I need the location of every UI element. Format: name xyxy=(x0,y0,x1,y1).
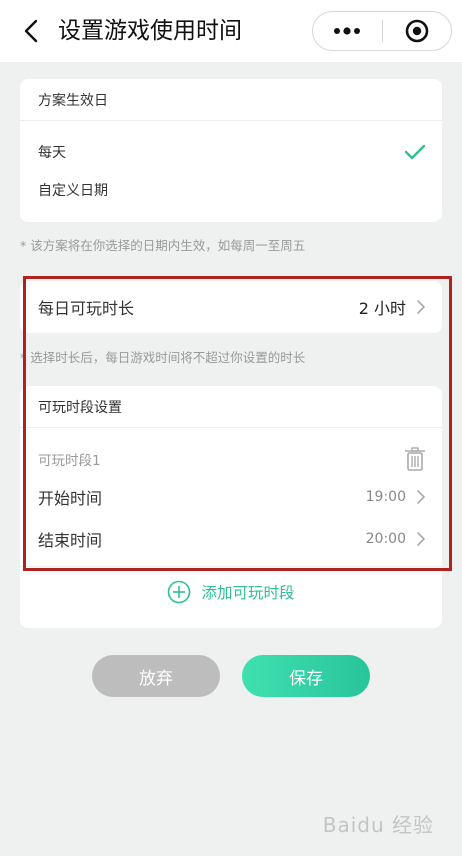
end-time-row[interactable]: 结束时间 20:00 xyxy=(20,518,442,560)
daily-duration-value: 2 小时 xyxy=(358,299,406,318)
chevron-right-icon xyxy=(417,532,425,546)
effective-days-heading: 方案生效日 xyxy=(20,79,442,121)
option-everyday-label: 每天 xyxy=(38,145,66,161)
back-button[interactable] xyxy=(16,16,46,46)
baidu-watermark: Baidu 经验 xyxy=(322,813,434,837)
chevron-right-icon xyxy=(417,490,425,504)
discard-button[interactable]: 放弃 xyxy=(92,655,220,697)
effective-days-card: 方案生效日 每天 自定义日期 xyxy=(20,79,442,222)
more-dots-icon xyxy=(334,27,361,35)
daily-duration-note: * 选择时长后，每日游戏时间将不超过你设置的时长 xyxy=(20,350,306,365)
save-button[interactable]: 保存 xyxy=(242,655,370,697)
top-bar: 设置游戏使用时间 xyxy=(0,0,462,62)
end-time-value: 20:00 xyxy=(365,531,406,547)
time-slot-heading: 可玩时段设置 xyxy=(20,386,442,428)
option-custom-date[interactable]: 自定义日期 xyxy=(20,171,442,209)
end-time-label: 结束时间 xyxy=(38,531,103,550)
add-time-slot-label: 添加可玩时段 xyxy=(201,584,295,602)
trash-icon[interactable] xyxy=(404,447,426,471)
daily-duration-card[interactable]: 每日可玩时长 2 小时 xyxy=(20,281,442,333)
add-time-slot-button[interactable]: 添加可玩时段 xyxy=(20,567,442,617)
daily-duration-row[interactable]: 每日可玩时长 2 小时 xyxy=(20,281,442,333)
chevron-right-icon xyxy=(417,300,425,314)
close-program-button[interactable] xyxy=(383,11,452,51)
time-slot-title-row: 可玩时段1 xyxy=(20,442,442,476)
target-close-icon xyxy=(405,19,429,43)
start-time-label: 开始时间 xyxy=(38,489,103,508)
chevron-left-icon xyxy=(24,19,38,43)
effective-days-note: * 该方案将在你选择的日期内生效，如每周一至周五 xyxy=(20,238,306,253)
time-slot-card: 可玩时段设置 可玩时段1 开始时间 19:00 结束时间 20:00 添加可玩时… xyxy=(20,386,442,628)
start-time-row[interactable]: 开始时间 19:00 xyxy=(20,476,442,518)
plus-circle-icon xyxy=(168,580,191,604)
time-slot-title: 可玩时段1 xyxy=(38,453,101,469)
option-everyday[interactable]: 每天 xyxy=(20,133,442,171)
option-custom-date-label: 自定义日期 xyxy=(38,183,108,199)
page-title: 设置游戏使用时间 xyxy=(58,18,242,44)
start-time-value: 19:00 xyxy=(365,489,406,505)
more-menu-button[interactable] xyxy=(313,11,382,51)
mini-program-capsule xyxy=(312,11,452,51)
checkmark-icon xyxy=(404,144,426,160)
daily-duration-label: 每日可玩时长 xyxy=(38,299,135,318)
